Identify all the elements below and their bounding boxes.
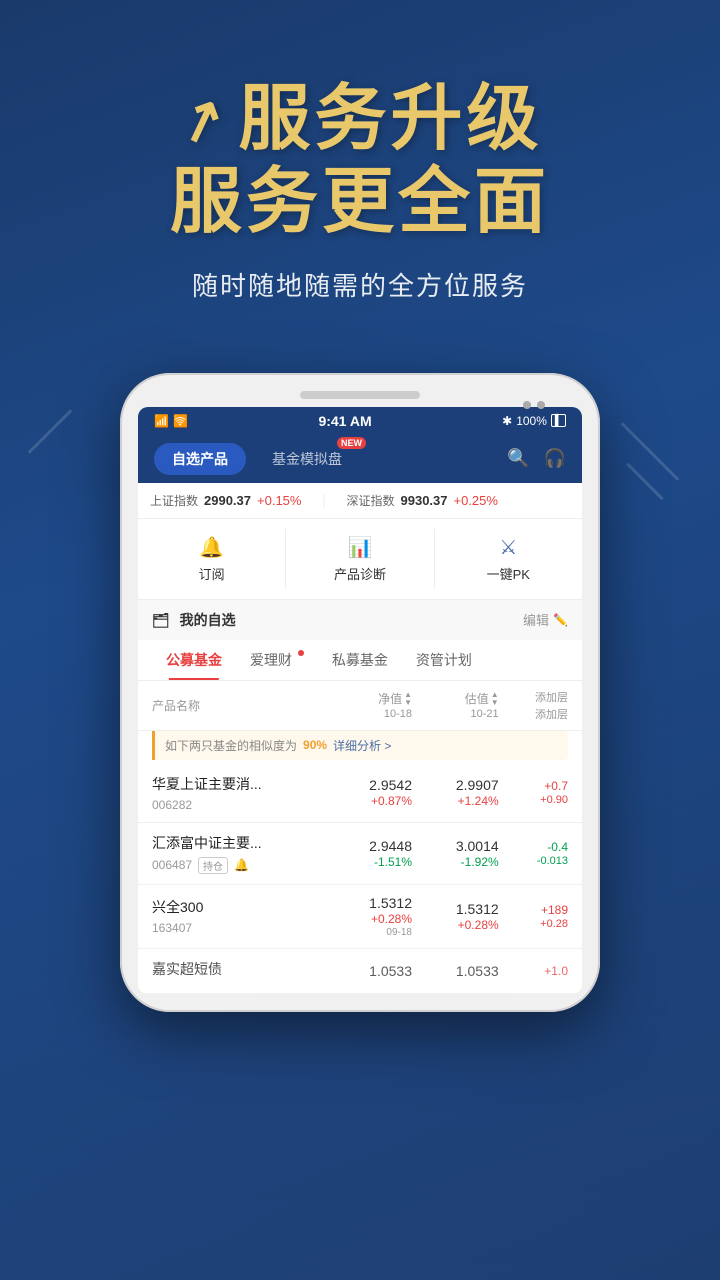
phone-screen: 📶 🛜 9:41 AM ✱ 100% ▌ 自选产品 基金模拟盘 bbox=[138, 407, 582, 994]
hero-section: ↗ 服务升级 服务更全面 随时随地随需的全方位服务 bbox=[0, 0, 720, 343]
ticker-divider: ｜ bbox=[317, 491, 330, 510]
fund-add-2: +189 +0.28 bbox=[499, 903, 568, 930]
new-badge: NEW bbox=[337, 437, 366, 449]
nav-tab-zixuan[interactable]: 自选产品 bbox=[154, 443, 246, 475]
pk-label: 一键PK bbox=[487, 564, 530, 583]
fund-nav-3: 1.0533 bbox=[325, 963, 412, 979]
ticker-value-2: 9930.37 bbox=[401, 493, 448, 508]
wifi-icon: 🛜 bbox=[173, 414, 188, 428]
fund-code-1: 006487 持仓 🔔 bbox=[152, 857, 325, 874]
phone-wrapper: 📶 🛜 9:41 AM ✱ 100% ▌ 自选产品 基金模拟盘 bbox=[0, 373, 720, 1012]
nav-tab-jijin[interactable]: 基金模拟盘 NEW bbox=[254, 443, 360, 475]
ticker-change-2: +0.25% bbox=[454, 493, 498, 508]
fund-nav-0: 2.9542 +0.87% bbox=[325, 777, 412, 808]
signal-icon: 📶 bbox=[154, 414, 169, 428]
fund-est-0: 2.9907 +1.24% bbox=[412, 777, 499, 808]
phone-outer: 📶 🛜 9:41 AM ✱ 100% ▌ 自选产品 基金模拟盘 bbox=[120, 373, 600, 1012]
fund-info-0: 华夏上证主要消... 006282 bbox=[152, 774, 325, 812]
fund-nav-1: 2.9448 -1.51% bbox=[325, 838, 412, 869]
fund-row-3[interactable]: 嘉实超短债 1.0533 1.0533 +1.0 bbox=[138, 949, 582, 994]
subscribe-label: 订阅 bbox=[199, 564, 225, 583]
ticker-item-2: 深证指数 9930.37 +0.25% bbox=[346, 492, 497, 509]
ticker-change-1: +0.15% bbox=[257, 493, 301, 508]
fund-tab-simu[interactable]: 私募基金 bbox=[318, 640, 402, 680]
fund-nav-2: 1.5312 +0.28% 09-18 bbox=[325, 895, 412, 938]
fund-name-3: 嘉实超短债 bbox=[152, 959, 325, 979]
nav-bar: 自选产品 基金模拟盘 NEW 🔍 🎧 bbox=[138, 435, 582, 483]
fund-tab-gongmu[interactable]: 公募基金 bbox=[152, 640, 236, 680]
action-diagnose[interactable]: 📊 产品诊断 bbox=[286, 529, 434, 589]
edit-button[interactable]: 编辑 ✏️ bbox=[523, 610, 568, 629]
bell-icon-1[interactable]: 🔔 bbox=[234, 858, 249, 872]
fund-add-3: +1.0 bbox=[499, 964, 568, 978]
col-nav-header: 净值 ▲▼ 10-18 bbox=[325, 690, 412, 720]
phone-dot-1 bbox=[523, 401, 531, 409]
battery-text: 100% bbox=[516, 414, 547, 428]
action-pk[interactable]: ⚔ 一键PK bbox=[435, 529, 582, 589]
col-est-header: 估值 ▲▼ 10-21 bbox=[412, 690, 499, 720]
section-title: 🗂 我的自选 bbox=[152, 610, 236, 630]
edit-icon: ✏️ bbox=[553, 613, 568, 627]
ticker-name-1: 上证指数 bbox=[150, 492, 198, 509]
status-right: ✱ 100% ▌ bbox=[502, 414, 566, 428]
fund-tabs: 公募基金 爱理财 私募基金 资管计划 bbox=[138, 640, 582, 681]
diagnose-label: 产品诊断 bbox=[334, 564, 386, 583]
fund-add-1: -0.4 -0.013 bbox=[499, 840, 568, 867]
phone-dots bbox=[523, 401, 545, 409]
battery-icon: ▌ bbox=[551, 414, 566, 427]
diagnose-icon: 📊 bbox=[348, 535, 373, 560]
status-left: 📶 🛜 bbox=[154, 414, 188, 428]
subscribe-icon: 🔔 bbox=[199, 535, 224, 560]
phone-dot-2 bbox=[537, 401, 545, 409]
fund-row-0[interactable]: 华夏上证主要消... 006282 2.9542 +0.87% 2.9907 +… bbox=[138, 764, 582, 823]
fund-code-2: 163407 bbox=[152, 921, 325, 935]
ticker-item-1: 上证指数 2990.37 +0.15% bbox=[150, 492, 301, 509]
fund-row-2[interactable]: 兴全300 163407 1.5312 +0.28% 09-18 1.5312 … bbox=[138, 885, 582, 949]
hero-title-2: 服务更全面 bbox=[40, 159, 680, 245]
hero-subtitle: 随时随地随需的全方位服务 bbox=[40, 266, 680, 303]
fund-code-0: 006282 bbox=[152, 798, 325, 812]
fund-info-3: 嘉实超短债 bbox=[152, 959, 325, 983]
similarity-pct: 90% bbox=[303, 738, 327, 752]
col-name-header: 产品名称 bbox=[152, 697, 325, 714]
ticker-name-2: 深证指数 bbox=[346, 492, 394, 509]
action-bar: 🔔 订阅 📊 产品诊断 ⚔ 一键PK bbox=[138, 519, 582, 600]
fund-row-1[interactable]: 汇添富中证主要... 006487 持仓 🔔 2.9448 -1.51% 3.0… bbox=[138, 823, 582, 885]
fund-tab-aili[interactable]: 爱理财 bbox=[236, 640, 318, 680]
col-add-header: 添加层 添加层 bbox=[499, 689, 568, 722]
pk-icon: ⚔ bbox=[499, 535, 517, 560]
hero-title-1: ↗ 服务升级 bbox=[40, 80, 680, 159]
phone-speaker bbox=[300, 391, 420, 399]
similarity-link[interactable]: 详细分析 > bbox=[333, 737, 391, 754]
aili-dot bbox=[298, 650, 304, 656]
fund-name-2: 兴全300 bbox=[152, 897, 325, 917]
alert-text-1: 如下两只基金的相似度为 bbox=[165, 737, 297, 754]
hero-arrow-icon: ↗ bbox=[169, 82, 238, 157]
bluetooth-icon: ✱ bbox=[502, 414, 512, 428]
status-bar: 📶 🛜 9:41 AM ✱ 100% ▌ bbox=[138, 407, 582, 435]
status-time: 9:41 AM bbox=[318, 413, 371, 429]
fund-info-1: 汇添富中证主要... 006487 持仓 🔔 bbox=[152, 833, 325, 874]
fund-tab-ziguang[interactable]: 资管计划 bbox=[402, 640, 486, 680]
search-icon[interactable]: 🔍 bbox=[507, 448, 529, 469]
fund-info-2: 兴全300 163407 bbox=[152, 897, 325, 935]
headset-icon[interactable]: 🎧 bbox=[544, 448, 566, 469]
fund-add-0: +0.7 +0.90 bbox=[499, 779, 568, 806]
ticker-bar: 上证指数 2990.37 +0.15% ｜ 深证指数 9930.37 +0.25… bbox=[138, 483, 582, 519]
fund-est-2: 1.5312 +0.28% bbox=[412, 901, 499, 932]
est-sort[interactable]: ▲▼ bbox=[491, 691, 499, 707]
ticker-value-1: 2990.37 bbox=[204, 493, 251, 508]
holding-tag: 持仓 bbox=[198, 857, 228, 874]
fund-est-3: 1.0533 bbox=[412, 963, 499, 979]
section-header: 🗂 我的自选 编辑 ✏️ bbox=[138, 600, 582, 640]
fund-name-1: 汇添富中证主要... bbox=[152, 833, 325, 853]
similarity-alert: 如下两只基金的相似度为 90% 详细分析 > bbox=[152, 731, 568, 760]
nav-sort[interactable]: ▲▼ bbox=[404, 691, 412, 707]
nav-tabs: 自选产品 基金模拟盘 NEW bbox=[154, 443, 360, 475]
table-header: 产品名称 净值 ▲▼ 10-18 估值 ▲▼ bbox=[138, 681, 582, 731]
fund-est-1: 3.0014 -1.92% bbox=[412, 838, 499, 869]
fund-name-0: 华夏上证主要消... bbox=[152, 774, 325, 794]
nav-icons: 🔍 🎧 bbox=[507, 448, 566, 469]
action-subscribe[interactable]: 🔔 订阅 bbox=[138, 529, 286, 589]
